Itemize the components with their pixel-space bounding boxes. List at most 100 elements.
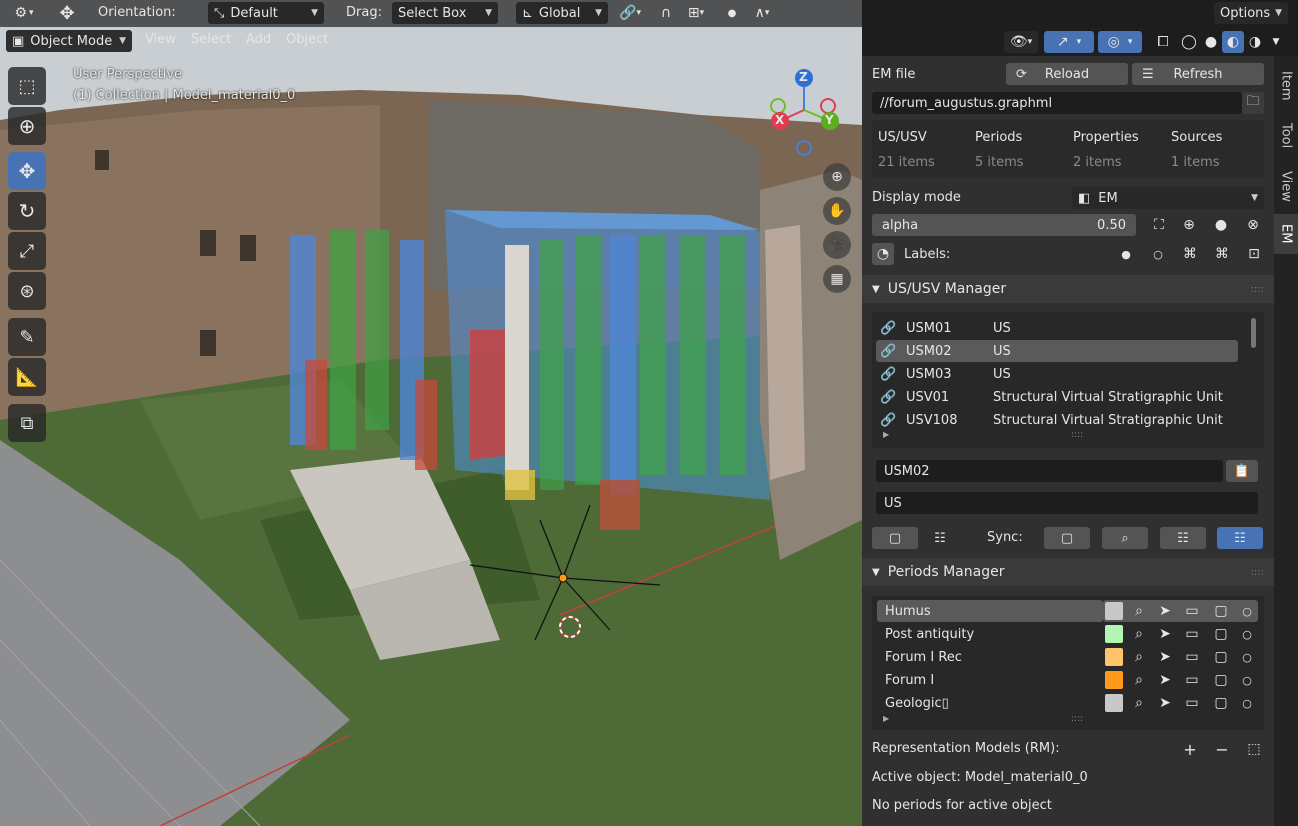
- cube-icon[interactable]: ▢: [1210, 669, 1232, 691]
- move-tool[interactable]: ✥: [8, 152, 46, 190]
- sync-object-button[interactable]: ▢: [1044, 527, 1090, 549]
- wireframe-shading-icon[interactable]: ◯: [1178, 31, 1200, 53]
- snap-increment-icon[interactable]: ⊞ ▾: [678, 3, 714, 23]
- label-vertex-icon[interactable]: ⌘: [1179, 243, 1201, 265]
- select-box-tool[interactable]: ⬚: [8, 67, 46, 105]
- sync-active-button[interactable]: ☷: [1217, 527, 1263, 549]
- zoom-icon[interactable]: ⌕: [1128, 623, 1150, 645]
- zoom-icon[interactable]: ⌕: [1128, 692, 1150, 714]
- label-edge-icon[interactable]: ⌘: [1211, 243, 1233, 265]
- zoom-icon[interactable]: ⌕: [1128, 646, 1150, 668]
- material-shading-icon[interactable]: ◐: [1222, 31, 1244, 53]
- paste-button[interactable]: 📋: [1226, 460, 1258, 482]
- tab-item[interactable]: Item: [1274, 62, 1298, 110]
- transform-tool[interactable]: ⊛: [8, 272, 46, 310]
- add-cube-tool[interactable]: ⧉: [8, 404, 46, 442]
- globe-icon[interactable]: ⊗: [1242, 214, 1264, 236]
- alpha-slider[interactable]: alpha 0.50: [872, 214, 1136, 236]
- transform-orientation-dropdown[interactable]: ⊾ Global ▼: [516, 2, 608, 24]
- selected-us-name-field[interactable]: USM02: [876, 460, 1223, 482]
- radio-icon[interactable]: ○: [1236, 692, 1258, 714]
- period-color-swatch[interactable]: [1105, 625, 1123, 643]
- label-dot-empty-icon[interactable]: ○: [1147, 243, 1169, 265]
- list-scrollbar[interactable]: [1251, 318, 1256, 348]
- pan-hand-icon[interactable]: ✋: [823, 197, 851, 225]
- zoom-icon[interactable]: ⌕: [1128, 669, 1150, 691]
- list-item[interactable]: 🔗 USV108 Structural Virtual Stratigraphi…: [876, 409, 1238, 431]
- list-item[interactable]: 🔗 USM03 US: [876, 363, 1238, 385]
- select-arrow-icon[interactable]: ➤: [1154, 646, 1176, 668]
- radio-icon[interactable]: ○: [1236, 669, 1258, 691]
- visibility-eye-icon[interactable]: 👁 ▾: [1004, 31, 1038, 53]
- list-item[interactable]: 🔗 USM02 US: [876, 340, 1238, 362]
- period-row[interactable]: Humus: [877, 600, 1103, 622]
- solid-shading-icon[interactable]: ●: [1200, 31, 1222, 53]
- falloff-icon[interactable]: ∧ ▾: [746, 3, 778, 23]
- add-icon[interactable]: +: [1179, 738, 1201, 760]
- menu-view[interactable]: View: [145, 32, 176, 52]
- tab-tool[interactable]: Tool: [1274, 114, 1298, 158]
- list-item[interactable]: 🔗 USV01 Structural Virtual Stratigraphic…: [876, 386, 1238, 408]
- refresh-button[interactable]: ☰ Refresh: [1132, 63, 1264, 85]
- reload-button[interactable]: ⟳ Reload: [1006, 63, 1128, 85]
- remove-icon[interactable]: −: [1211, 738, 1233, 760]
- sync-zoom-button[interactable]: ⌕: [1102, 527, 1148, 549]
- selected-us-type-field[interactable]: US: [876, 492, 1258, 514]
- drag-handle-icon[interactable]: ::::: [1251, 284, 1264, 295]
- display-icon[interactable]: ▭: [1181, 600, 1203, 622]
- period-row[interactable]: Forum I Rec: [877, 646, 1103, 668]
- cursor-tool[interactable]: ⊕: [8, 107, 46, 145]
- proportional-edit-icon[interactable]: ●: [720, 3, 744, 23]
- options-dropdown[interactable]: Options ▼: [1214, 2, 1288, 24]
- wire-sphere-icon[interactable]: ⊕: [1178, 214, 1200, 236]
- labels-toggle-icon[interactable]: ◔: [872, 243, 894, 265]
- menu-object[interactable]: Object: [286, 32, 328, 52]
- sync-list-button[interactable]: ☷: [1160, 527, 1206, 549]
- zoom-icon[interactable]: ⊕: [823, 163, 851, 191]
- solid-sphere-icon[interactable]: ●: [1210, 214, 1232, 236]
- period-color-swatch[interactable]: [1105, 648, 1123, 666]
- period-row[interactable]: Geologic▯: [877, 692, 1103, 714]
- zoom-icon[interactable]: ⌕: [1128, 600, 1150, 622]
- annotate-tool[interactable]: ✎: [8, 318, 46, 356]
- drag-handle-icon[interactable]: ::::: [1251, 567, 1264, 578]
- camera-icon[interactable]: 🎥: [823, 231, 851, 259]
- us-manager-header[interactable]: ▼ US/USV Manager ::::: [862, 275, 1274, 303]
- scale-tool[interactable]: ⤢: [8, 232, 46, 270]
- period-color-swatch[interactable]: [1105, 671, 1123, 689]
- period-color-swatch[interactable]: [1105, 694, 1123, 712]
- select-list-button[interactable]: ☷: [920, 527, 960, 549]
- pivot-point-icon[interactable]: 🔗 ▾: [614, 3, 646, 23]
- period-row[interactable]: Post antiquity: [877, 623, 1103, 645]
- rendered-shading-icon[interactable]: ◑: [1244, 31, 1266, 53]
- cube-icon[interactable]: ▢: [1210, 600, 1232, 622]
- tab-em[interactable]: EM: [1274, 214, 1298, 254]
- periods-manager-header[interactable]: ▼ Periods Manager ::::: [862, 558, 1274, 586]
- period-color-swatch[interactable]: [1105, 602, 1123, 620]
- display-icon[interactable]: ▭: [1181, 646, 1203, 668]
- radio-icon[interactable]: ○: [1236, 646, 1258, 668]
- grid-ortho-icon[interactable]: ▦: [823, 265, 851, 293]
- select-arrow-icon[interactable]: ➤: [1154, 692, 1176, 714]
- em-file-path-field[interactable]: //forum_augustus.graphml: [872, 92, 1242, 114]
- cube-icon[interactable]: ▢: [1210, 623, 1232, 645]
- resize-handle-icon[interactable]: ::::: [1071, 714, 1083, 724]
- shading-options-icon[interactable]: ▼: [1266, 31, 1286, 53]
- display-icon[interactable]: ▭: [1181, 623, 1203, 645]
- file-browse-button[interactable]: 🗀: [1242, 92, 1264, 114]
- 3d-viewport[interactable]: ⚙ ▾ ✥ Orientation: ⤡ Default ▼ Drag: Sel…: [0, 0, 862, 826]
- display-icon[interactable]: ▭: [1181, 692, 1203, 714]
- measure-tool[interactable]: 📐: [8, 358, 46, 396]
- tab-view[interactable]: View: [1274, 162, 1298, 210]
- mode-dropdown[interactable]: ▣ Object Mode ▼: [6, 30, 132, 52]
- select-arrow-icon[interactable]: ➤: [1154, 600, 1176, 622]
- orientation-dropdown[interactable]: ⤡ Default ▼: [208, 2, 324, 24]
- select-arrow-icon[interactable]: ➤: [1154, 623, 1176, 645]
- select-region-icon[interactable]: ⬚: [1243, 738, 1265, 760]
- xray-icon[interactable]: ⧠: [1152, 31, 1174, 53]
- radio-icon[interactable]: ○: [1236, 600, 1258, 622]
- select-object-button[interactable]: ▢: [872, 527, 918, 549]
- expand-arrow-icon[interactable]: ▶: [883, 430, 889, 439]
- display-icon[interactable]: ▭: [1181, 669, 1203, 691]
- menu-add[interactable]: Add: [246, 32, 271, 52]
